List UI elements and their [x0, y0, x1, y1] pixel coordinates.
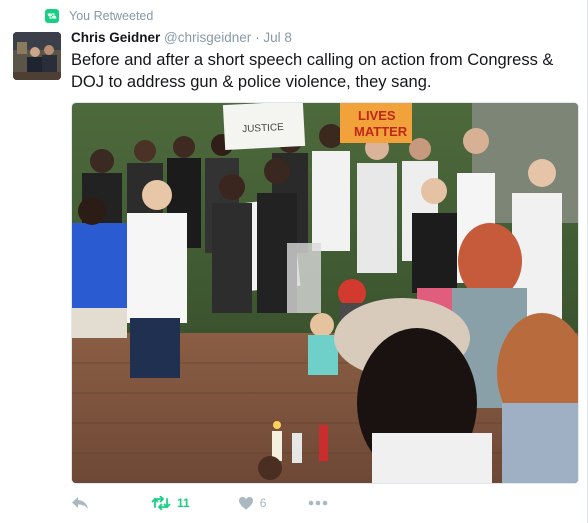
protest-sign-left: JUSTICE	[222, 103, 306, 151]
tweet-photo[interactable]: JUSTICE LIVES MATTER	[71, 102, 579, 484]
like-button[interactable]: 6	[238, 496, 267, 510]
heart-icon	[238, 497, 253, 510]
more-button[interactable]	[308, 500, 328, 506]
author-handle[interactable]: @chrisgeidner	[164, 30, 251, 45]
more-icon	[309, 500, 328, 506]
tweet-timestamp[interactable]: Jul 8	[263, 30, 292, 45]
svg-text:JUSTICE: JUSTICE	[242, 122, 285, 135]
svg-text:MATTER: MATTER	[354, 124, 408, 139]
retweet-context-text: You Retweeted	[69, 9, 154, 23]
reply-icon	[72, 497, 88, 509]
tweet-text: Before and after a short speech calling …	[71, 51, 554, 91]
avatar[interactable]	[13, 32, 61, 80]
protest-sign-right: LIVES MATTER	[340, 103, 412, 143]
retweet-badge-icon	[45, 9, 59, 23]
svg-text:LIVES: LIVES	[358, 108, 396, 123]
retweet-icon	[151, 496, 171, 510]
tweet-actions: 11 6	[71, 493, 328, 513]
retweet-context: You Retweeted	[45, 8, 153, 24]
header-separator: ·	[255, 30, 260, 45]
like-count: 6	[259, 496, 267, 510]
retweet-count: 11	[177, 496, 190, 510]
author-name[interactable]: Chris Geidner	[71, 30, 160, 45]
tweet-card[interactable]: You Retweeted Chris Geidner @chrisgeidne…	[0, 0, 588, 523]
retweet-button[interactable]: 11	[151, 496, 190, 510]
reply-button[interactable]	[71, 496, 103, 510]
tweet-header: Chris Geidner @chrisgeidner · Jul 8	[71, 30, 292, 45]
